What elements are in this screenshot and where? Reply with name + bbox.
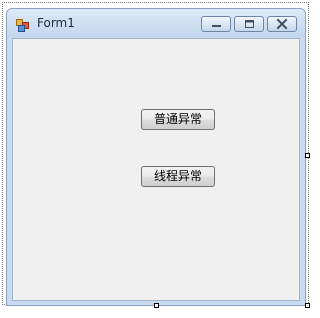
minimize-button[interactable] [201, 16, 231, 32]
close-button[interactable] [267, 16, 297, 32]
maximize-icon [245, 20, 254, 28]
resize-handle-corner[interactable] [305, 303, 310, 308]
close-icon [276, 18, 288, 30]
window-title: Form1 [37, 16, 75, 30]
designer-canvas: Form1 普通异常 线程异常 [0, 0, 315, 318]
minimize-icon [212, 25, 221, 27]
maximize-button[interactable] [234, 16, 264, 32]
resize-handle-right[interactable] [305, 153, 310, 158]
title-bar[interactable]: Form1 [7, 9, 305, 38]
form-icon [16, 17, 30, 32]
normal-exception-button[interactable]: 普通异常 [141, 109, 215, 130]
form-client-area: 普通异常 线程异常 [12, 38, 300, 301]
resize-handle-bottom[interactable] [154, 303, 159, 308]
form-window: Form1 普通异常 线程异常 [6, 8, 306, 306]
thread-exception-button[interactable]: 线程异常 [141, 166, 215, 187]
